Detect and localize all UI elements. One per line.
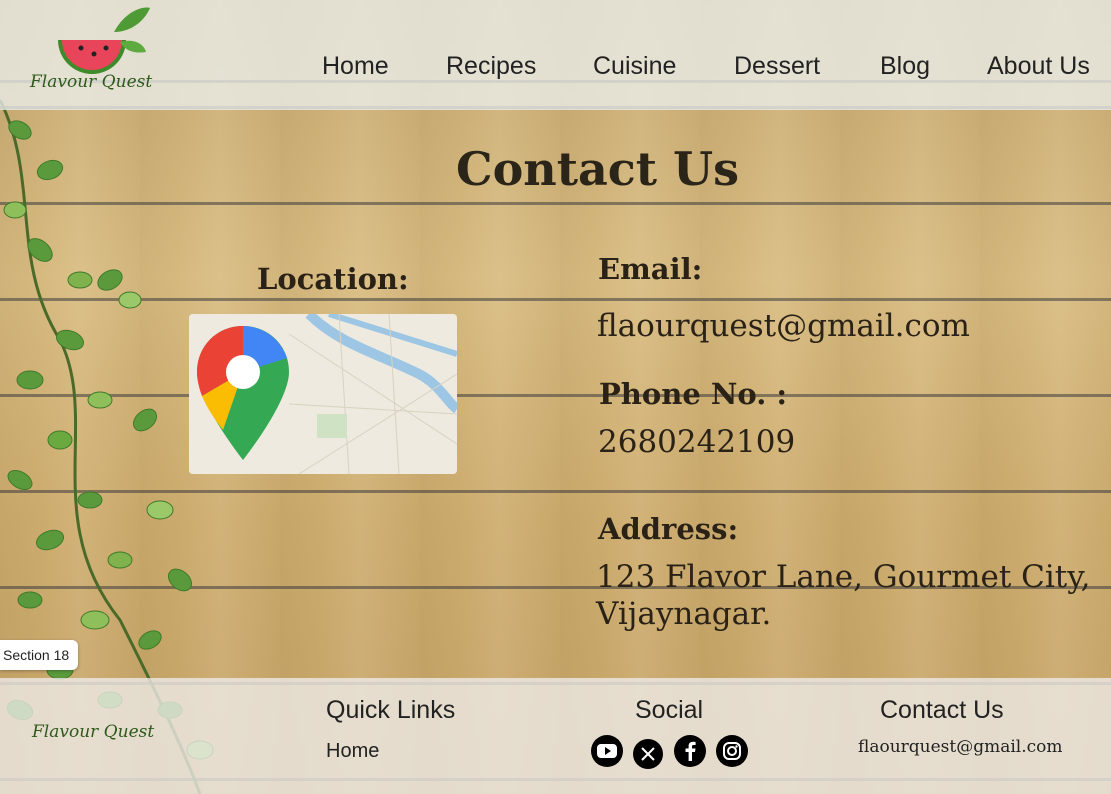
nav-blog[interactable]: Blog	[880, 52, 930, 81]
nav-dessert[interactable]: Dessert	[734, 52, 820, 81]
map-thumbnail[interactable]	[189, 314, 457, 474]
site-footer: Flavour Quest Quick Links Home Social Co…	[0, 678, 1111, 794]
youtube-icon[interactable]	[591, 735, 623, 767]
address-line-2: Vijaynagar.	[596, 596, 772, 632]
instagram-icon[interactable]	[716, 735, 748, 767]
social-title: Social	[635, 696, 704, 724]
page-title: Contact Us	[455, 142, 740, 196]
footer-contact-email[interactable]: flaourquest@gmail.com	[858, 737, 1063, 757]
nav-recipes[interactable]: Recipes	[446, 52, 536, 81]
email-label: Email:	[598, 252, 703, 286]
footer-logo-text[interactable]: Flavour Quest	[32, 722, 154, 742]
phone-label: Phone No. :	[599, 377, 788, 411]
address-label: Address:	[598, 512, 739, 546]
nav-home[interactable]: Home	[322, 52, 389, 81]
nav-about-us[interactable]: About Us	[987, 52, 1090, 81]
address-line-1: 123 Flavor Lane, Gourmet City,	[596, 559, 1091, 595]
footer-contact-title: Contact Us	[880, 696, 1004, 724]
section-badge[interactable]: Section 18	[0, 640, 78, 670]
nav-cuisine[interactable]: Cuisine	[593, 52, 676, 81]
phone-value[interactable]: 2680242109	[598, 424, 795, 460]
site-header: Flavour Quest Home Recipes Cuisine Desse…	[0, 0, 1111, 110]
main-nav: Home Recipes Cuisine Dessert Blog About …	[0, 52, 1111, 86]
location-heading: Location:	[257, 262, 409, 296]
wood-background	[0, 0, 1111, 794]
email-value[interactable]: flaourquest@gmail.com	[597, 308, 970, 344]
footer-link-home[interactable]: Home	[326, 740, 379, 763]
x-icon[interactable]	[633, 739, 663, 769]
map-pin-icon	[189, 314, 457, 474]
facebook-icon[interactable]	[674, 735, 706, 767]
quick-links-title: Quick Links	[326, 696, 456, 724]
